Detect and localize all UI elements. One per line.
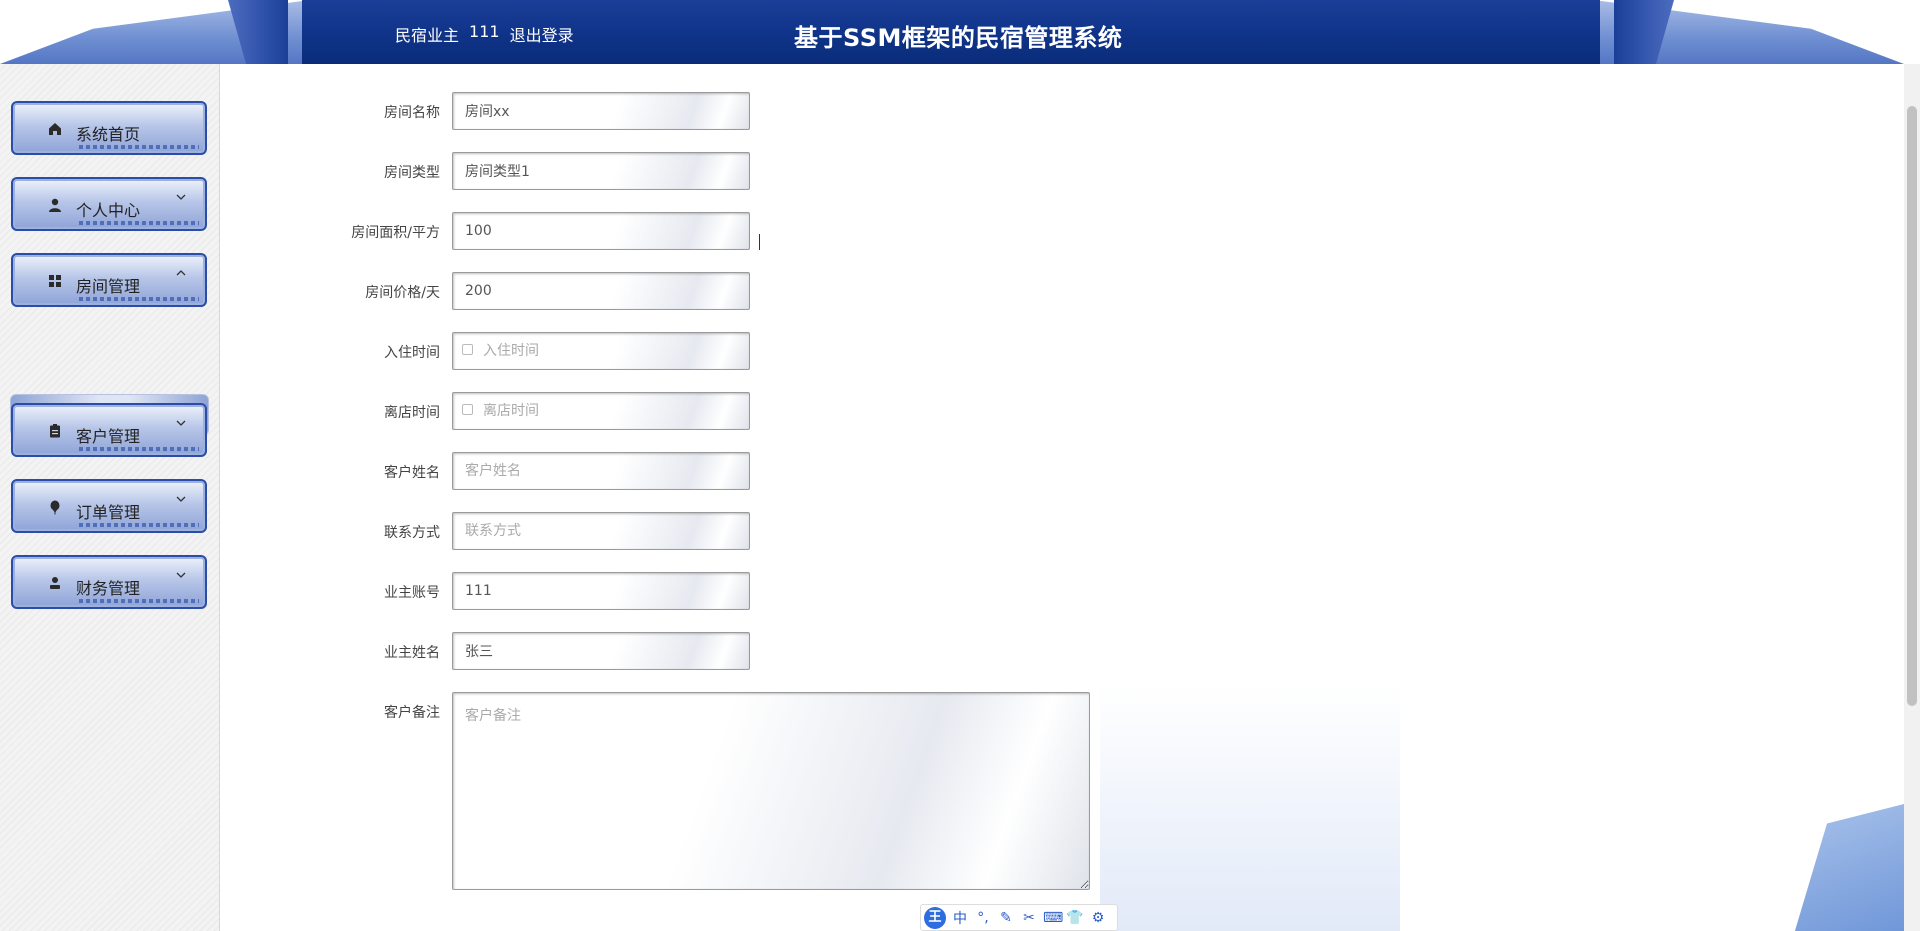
balloon-icon xyxy=(50,500,60,515)
form-row-customer-note: 客户备注 xyxy=(220,692,1420,892)
owner-account-label: 业主账号 xyxy=(384,585,440,601)
text-cursor xyxy=(759,234,762,250)
checkout-time-input[interactable] xyxy=(452,392,750,430)
sidebar-item-home[interactable]: 系统首页 xyxy=(11,101,207,155)
chevron-down-icon xyxy=(176,572,186,578)
sidebar-item-personal-center[interactable]: 个人中心 xyxy=(11,177,207,231)
sidebar-item-label: 订单管理 xyxy=(76,503,141,522)
sidebar-item-finance-management[interactable]: 财务管理 xyxy=(11,555,207,609)
form-row-owner-account: 业主账号 xyxy=(220,572,1420,612)
customer-note-textarea[interactable] xyxy=(452,692,1090,890)
room-price-label: 房间价格/天 xyxy=(365,285,440,301)
grid-icon xyxy=(49,275,61,287)
sidebar-item-label: 客户管理 xyxy=(76,427,141,446)
menu-decoration xyxy=(79,523,199,527)
chevron-down-icon xyxy=(176,496,186,502)
sidebar-item-label: 个人中心 xyxy=(76,201,141,220)
room-price-input[interactable] xyxy=(452,272,750,310)
top-header: 民宿业主 111 退出登录 基于SSM框架的民宿管理系统 xyxy=(0,0,1920,64)
logout-link[interactable]: 退出登录 xyxy=(510,22,574,46)
menu-decoration xyxy=(79,145,199,149)
ime-skin-icon[interactable]: 👕 xyxy=(1066,910,1084,926)
user-name: 111 xyxy=(469,22,500,41)
form-row-owner-name: 业主姓名 xyxy=(220,632,1420,672)
customer-note-label: 客户备注 xyxy=(384,705,440,721)
calendar-icon xyxy=(462,404,473,415)
form-row-checkout-time: 离店时间 xyxy=(220,392,1420,432)
menu-decoration xyxy=(79,447,199,451)
room-area-input[interactable] xyxy=(452,212,750,250)
sidebar-item-label: 房间管理 xyxy=(76,277,141,296)
form-row-customer-name: 客户姓名 xyxy=(220,452,1420,492)
owner-name-input[interactable] xyxy=(452,632,750,670)
scrollbar-thumb[interactable] xyxy=(1907,106,1917,706)
form-row-room-name: 房间名称 xyxy=(220,92,1420,132)
customer-name-label: 客户姓名 xyxy=(384,465,440,481)
room-name-label: 房间名称 xyxy=(384,105,440,121)
form-row-checkin-time: 入住时间 xyxy=(220,332,1420,372)
chevron-down-icon xyxy=(176,194,186,200)
sidebar-item-room-management[interactable]: 房间管理 xyxy=(11,253,207,307)
ime-logo[interactable]: 王 xyxy=(924,906,946,929)
user-role: 民宿业主 xyxy=(395,26,460,45)
person-icon xyxy=(50,577,60,589)
menu-decoration xyxy=(79,297,199,301)
ime-settings-icon[interactable]: ⚙ xyxy=(1089,910,1107,926)
chevron-up-icon xyxy=(176,270,186,276)
owner-name-label: 业主姓名 xyxy=(384,645,440,661)
user-icon xyxy=(49,198,61,212)
ime-toolbar: 王 中 °, ✎ ✂ ⌨ 👕 ⚙ xyxy=(920,904,1118,931)
ime-keyboard-icon[interactable]: ⌨ xyxy=(1043,910,1063,926)
sidebar-item-customer-management[interactable]: 客户管理 xyxy=(11,403,207,457)
main-content: 房间名称 房间类型 房间面积/平方 房间价格/天 入住时间 离店时间 客户姓名 … xyxy=(220,64,1904,931)
clipboard-icon xyxy=(50,424,60,438)
checkout-date-picker[interactable] xyxy=(452,392,750,430)
ime-punctuation-button[interactable]: °, xyxy=(974,910,992,926)
room-name-input[interactable] xyxy=(452,92,750,130)
home-icon xyxy=(49,123,61,135)
contact-label: 联系方式 xyxy=(384,525,440,541)
sidebar: 系统首页 个人中心 房间管理 房间 xyxy=(0,64,220,931)
owner-account-input[interactable] xyxy=(452,572,750,610)
checkin-time-input[interactable] xyxy=(452,332,750,370)
contact-input[interactable] xyxy=(452,512,750,550)
sidebar-item-label: 系统首页 xyxy=(76,125,141,144)
room-type-label: 房间类型 xyxy=(384,165,440,181)
form-row-contact: 联系方式 xyxy=(220,512,1420,552)
ime-scissors-icon[interactable]: ✂ xyxy=(1020,910,1038,926)
header-user-info: 民宿业主 111 退出登录 xyxy=(395,22,574,46)
form-row-room-area: 房间面积/平方 xyxy=(220,212,1420,252)
app-title: 基于SSM框架的民宿管理系统 xyxy=(794,24,1123,52)
chevron-down-icon xyxy=(176,420,186,426)
form-row-room-price: 房间价格/天 xyxy=(220,272,1420,312)
ime-chinese-mode-button[interactable]: 中 xyxy=(951,908,969,928)
room-type-input[interactable] xyxy=(452,152,750,190)
sidebar-item-order-management[interactable]: 订单管理 xyxy=(11,479,207,533)
sidebar-item-label: 财务管理 xyxy=(76,579,141,598)
room-area-label: 房间面积/平方 xyxy=(351,225,440,241)
page-scrollbar[interactable] xyxy=(1904,64,1920,931)
menu-decoration xyxy=(79,221,199,225)
checkout-time-label: 离店时间 xyxy=(384,405,440,421)
background-corner-image xyxy=(1794,804,1904,931)
ime-handwrite-icon[interactable]: ✎ xyxy=(997,910,1015,926)
form-row-room-type: 房间类型 xyxy=(220,152,1420,192)
calendar-icon xyxy=(462,344,473,355)
customer-name-input[interactable] xyxy=(452,452,750,490)
checkin-time-label: 入住时间 xyxy=(384,345,440,361)
checkin-date-picker[interactable] xyxy=(452,332,750,370)
menu-decoration xyxy=(79,599,199,603)
